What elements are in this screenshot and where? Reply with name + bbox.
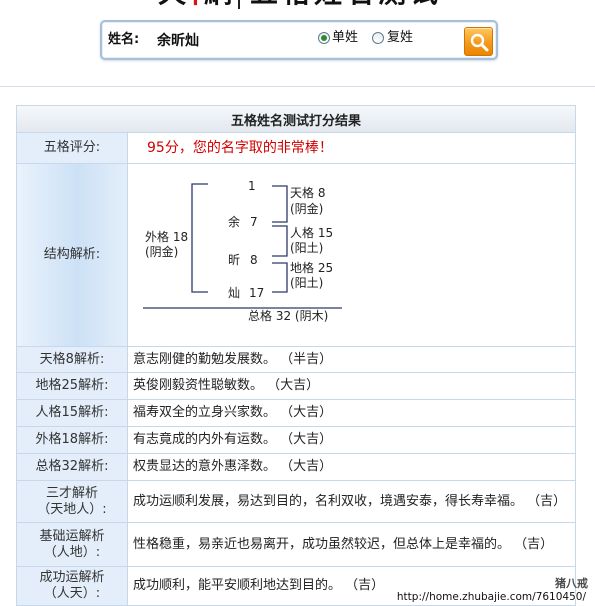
row-label-text: 总格32解析:	[35, 459, 109, 474]
result-header: 五格姓名测试打分结果	[17, 106, 575, 133]
row-value: 性格稳重，易亲近也易离开，成功虽然较迟，但总体上是幸福的。 （吉）	[133, 536, 554, 552]
logo-title: 五格姓名测试	[250, 0, 442, 9]
result-title: 五格姓名测试打分结果	[230, 113, 361, 129]
structure-diagram-cell: 外格 18 (阴金) 1 余 7 昕 8 灿 17 天格 8 (阴金) 人格 1…	[128, 164, 575, 346]
row-label-line: 成功运解析	[39, 570, 105, 585]
row-label-text: 人格15解析:	[35, 405, 109, 420]
dige-bracket	[272, 262, 288, 293]
result-table: 五格姓名测试打分结果 五格评分: 95分，您的名字取的非常棒！ 结构解析: 外格…	[16, 105, 576, 606]
logo-char: 網	[204, 0, 232, 9]
char-3-strokes: 17	[249, 286, 264, 300]
table-row: 天格8解析: 意志刚健的勤勉发展数。 （半吉）	[17, 347, 575, 373]
tiange-wuxing: (阴金)	[290, 201, 323, 216]
structure-row: 结构解析: 外格 18 (阴金) 1 余 7 昕 8 灿 17 天格 8 (阴金…	[17, 164, 575, 347]
row-label-text: 地格25解析:	[35, 378, 109, 393]
renge-wuxing: (阳土)	[290, 241, 323, 255]
row-value: 有志竟成的内外有运数。 （大吉）	[133, 432, 333, 447]
dige-name: 地格 25	[290, 260, 333, 275]
row-label: 天格8解析:	[17, 347, 128, 372]
table-row: 外格18解析: 有志竟成的内外有运数。 （大吉）	[17, 427, 575, 454]
row-label-line: 三才解析	[45, 485, 98, 501]
row-label-line: （天地人）:	[37, 501, 107, 517]
compound-surname-radio[interactable]	[372, 32, 384, 44]
score-label: 五格评分:	[17, 133, 128, 163]
table-row: 人格15解析: 福寿双全的立身兴家数。 （大吉）	[17, 400, 575, 427]
row-value: 成功运顺利发展，易达到目的，名利双收，境遇安泰，得长寿幸福。 （吉）	[133, 493, 567, 509]
row-label: 人格15解析:	[17, 400, 128, 426]
site-logo-text: 天 下 網 五格姓名测试	[158, 0, 458, 9]
waige-name: 外格 18	[145, 229, 188, 244]
structure-label: 结构解析:	[17, 164, 128, 346]
row-label: 总格32解析:	[17, 454, 128, 480]
row-label-text: 天格8解析:	[39, 351, 105, 367]
zongge-label: 总格 32 (阴木)	[248, 308, 328, 323]
row-label-line: 基础运解析	[39, 528, 105, 544]
renge-bracket	[272, 225, 288, 257]
watermark-url: http://home.zhubajie.com/7610450/	[396, 591, 586, 603]
score-row: 五格评分: 95分，您的名字取的非常棒！	[17, 133, 575, 164]
row-label: 成功运解析 （人天）:	[17, 567, 128, 605]
row-label: 基础运解析 （人地）:	[17, 523, 128, 566]
name-search-form: 姓名: 单姓 复姓	[100, 20, 498, 60]
table-row: 三才解析 （天地人）: 成功运顺利发展，易达到目的，名利双收，境遇安泰，得长寿幸…	[17, 481, 575, 523]
dige-wuxing: (阳土)	[290, 276, 323, 290]
row-label: 三才解析 （天地人）:	[17, 481, 128, 522]
search-icon	[470, 33, 489, 52]
table-row: 地格25解析: 英俊刚毅资性聪敏数。 （大吉）	[17, 373, 575, 400]
structure-diagram: 外格 18 (阴金) 1 余 7 昕 8 灿 17 天格 8 (阴金) 人格 1…	[143, 179, 342, 323]
row-label: 地格25解析:	[17, 373, 128, 399]
logo-divider	[238, 0, 240, 9]
search-button[interactable]	[464, 27, 493, 56]
name-input[interactable]	[155, 30, 305, 50]
watermark-logo: 猪八戒	[555, 577, 588, 590]
structure-label-text: 结构解析:	[43, 247, 101, 262]
row-label-line: （人天）:	[43, 586, 101, 601]
table-row: 总格32解析: 权贵显达的意外惠泽数。 （大吉）	[17, 454, 575, 481]
name-label: 姓名:	[108, 32, 140, 47]
row-label-text: 外格18解析:	[35, 432, 109, 447]
row-value: 权贵显达的意外惠泽数。 （大吉）	[133, 459, 333, 474]
tiange-bracket	[272, 185, 288, 223]
table-row: 基础运解析 （人地）: 性格稳重，易亲近也易离开，成功虽然较迟，但总体上是幸福的…	[17, 523, 575, 567]
renge-name: 人格 15	[290, 225, 333, 240]
score-value: 95分，您的名字取的非常棒！	[147, 140, 333, 156]
top-stroke: 1	[248, 179, 256, 193]
single-surname-label[interactable]: 单姓	[332, 30, 358, 46]
waige-wuxing: (阴金)	[145, 244, 178, 259]
waige-bracket	[191, 183, 208, 293]
compound-surname-label[interactable]: 复姓	[387, 30, 413, 46]
site-logo[interactable]: 天 下 網 五格姓名测试	[158, 0, 458, 9]
score-label-text: 五格评分:	[43, 140, 101, 155]
char-1: 余	[228, 214, 240, 229]
row-label: 外格18解析:	[17, 427, 128, 453]
row-value: 福寿双全的立身兴家数。 （大吉）	[133, 405, 333, 420]
char-2: 昕	[228, 253, 240, 267]
tiange-name: 天格 8	[290, 185, 325, 200]
section-divider	[0, 86, 595, 87]
char-1-strokes: 7	[250, 215, 258, 229]
row-value: 英俊刚毅资性聪敏数。 （大吉）	[133, 378, 320, 393]
char-2-strokes: 8	[250, 253, 258, 267]
char-3: 灿	[228, 286, 240, 300]
single-surname-radio[interactable]	[318, 32, 330, 44]
row-value: 意志刚健的勤勉发展数。 （半吉）	[133, 351, 333, 367]
row-label-line: （人地）:	[43, 544, 101, 560]
